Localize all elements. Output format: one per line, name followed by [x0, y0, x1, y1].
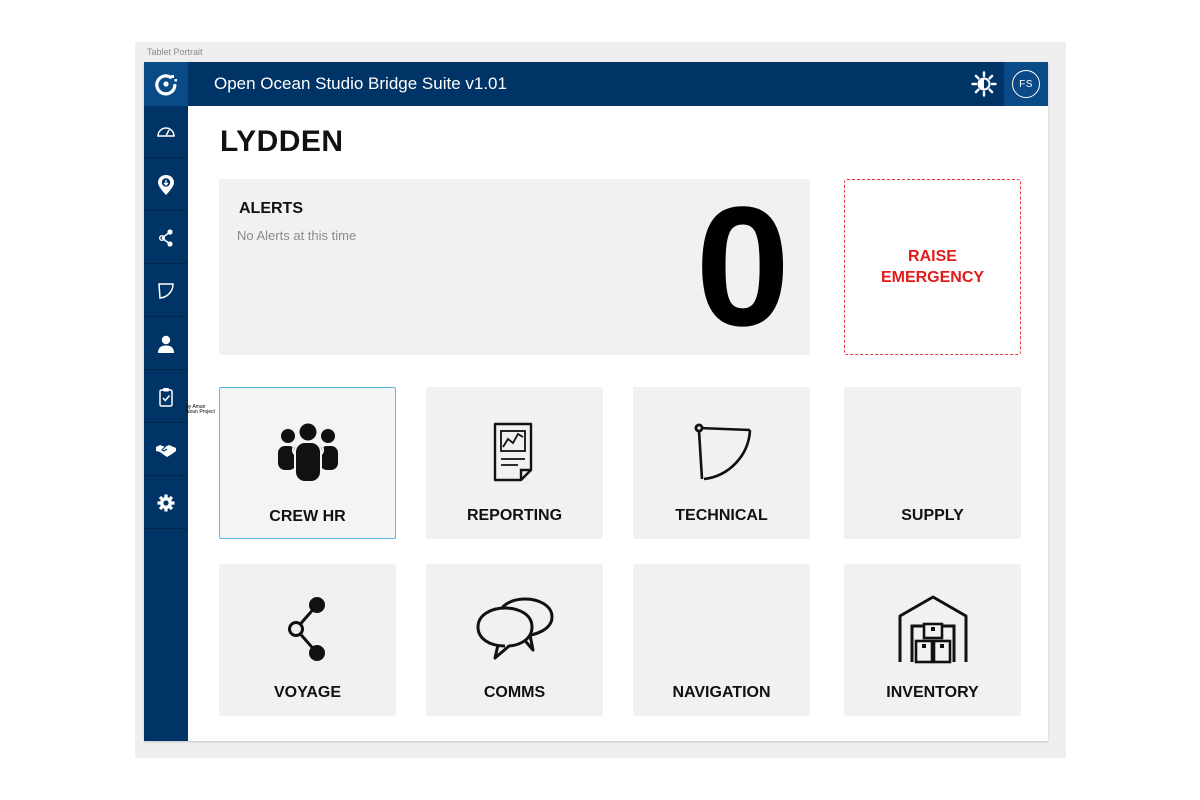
- tile-supply[interactable]: SUPPLY: [844, 387, 1021, 539]
- dashboard-icon: [157, 126, 175, 137]
- tile-label: CREW HR: [269, 508, 346, 525]
- alerts-panel[interactable]: ALERTS No Alerts at this time 0: [219, 179, 810, 355]
- tile-navigation[interactable]: NAVIGATION: [633, 564, 810, 716]
- stray-attribution: by Aman Noun Project: [186, 405, 215, 415]
- sidebar-item-clipboard[interactable]: [144, 371, 188, 423]
- tile-reporting[interactable]: REPORTING: [426, 387, 603, 539]
- crew-icon: [220, 420, 395, 486]
- alerts-title: ALERTS: [239, 200, 303, 217]
- sidebar-item-user[interactable]: [144, 318, 188, 370]
- sidebar: [144, 62, 188, 741]
- user-menu[interactable]: FS: [1004, 62, 1048, 106]
- warehouse-icon: [844, 595, 1021, 664]
- sidebar-item-handshake[interactable]: [144, 424, 188, 476]
- tile-label: INVENTORY: [886, 684, 979, 701]
- page-title: LYDDEN: [220, 125, 344, 158]
- tile-voyage[interactable]: VOYAGE: [219, 564, 396, 716]
- stray-attribution-line: Noun Project: [186, 409, 215, 415]
- alerts-message: No Alerts at this time: [237, 228, 357, 243]
- share-icon: [219, 596, 396, 662]
- tile-comms[interactable]: COMMS: [426, 564, 603, 716]
- technical-icon: [158, 282, 174, 299]
- brightness-button[interactable]: [970, 70, 998, 98]
- tile-label: VOYAGE: [274, 684, 341, 701]
- technical-icon: [633, 419, 810, 485]
- logo-icon: [155, 74, 177, 96]
- tile-crew-hr[interactable]: CREW HR: [219, 387, 396, 539]
- tile-inventory[interactable]: INVENTORY: [844, 564, 1021, 716]
- brightness-icon: [971, 71, 997, 97]
- app-window: Open Ocean Studio Bridge Suite v1.01 FS …: [144, 62, 1048, 741]
- share-icon: [159, 228, 173, 247]
- chat-icon: [426, 596, 603, 662]
- tile-label: NAVIGATION: [672, 684, 771, 701]
- location-pin-icon: [158, 174, 174, 195]
- user-icon: [158, 335, 174, 353]
- clipboard-icon: [159, 387, 173, 407]
- avatar: FS: [1012, 70, 1040, 98]
- tile-label: COMMS: [483, 684, 546, 701]
- sidebar-item-settings[interactable]: [144, 477, 188, 529]
- sidebar-item-share[interactable]: [144, 212, 188, 264]
- logo[interactable]: [144, 62, 188, 106]
- artboard-label: Tablet Portrait: [147, 47, 203, 57]
- alerts-count: 0: [695, 172, 790, 362]
- top-bar: Open Ocean Studio Bridge Suite v1.01 FS: [188, 62, 1048, 106]
- report-icon: [426, 419, 603, 485]
- sidebar-item-location[interactable]: [144, 159, 188, 211]
- sidebar-item-dashboard[interactable]: [144, 106, 188, 158]
- tile-label: REPORTING: [466, 507, 563, 524]
- sidebar-item-technical[interactable]: [144, 265, 188, 317]
- raise-emergency-label: RAISE EMERGENCY: [880, 248, 985, 286]
- tile-label: TECHNICAL: [675, 507, 768, 524]
- tile-technical[interactable]: TECHNICAL: [633, 387, 810, 539]
- handshake-icon: [156, 444, 176, 457]
- app-title: Open Ocean Studio Bridge Suite v1.01: [214, 74, 507, 93]
- settings-icon: [157, 494, 175, 511]
- raise-emergency-button[interactable]: RAISE EMERGENCY: [844, 179, 1021, 355]
- tile-label: SUPPLY: [901, 507, 964, 524]
